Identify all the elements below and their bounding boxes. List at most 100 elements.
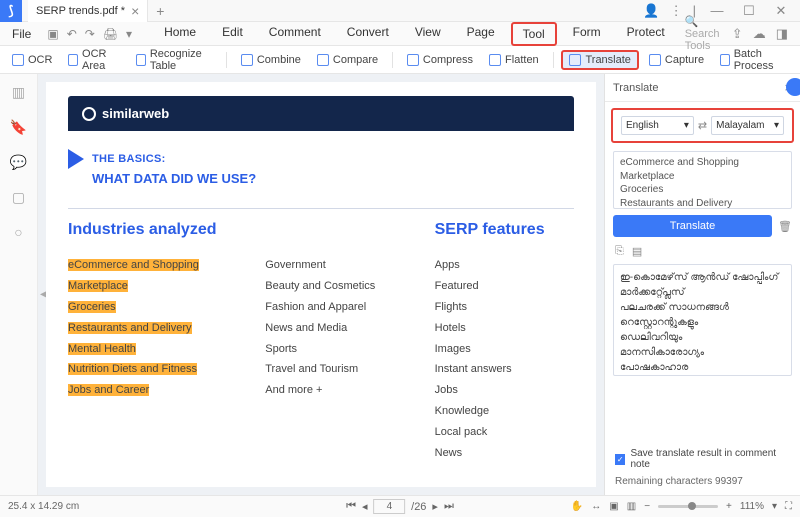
source-language-select[interactable]: English▾ — [621, 116, 694, 135]
menu-bar: File ▣ ↶ ↷ 🖨 ▾ Home Edit Comment Convert… — [0, 22, 800, 46]
tab-page[interactable]: Page — [457, 22, 505, 46]
separator — [392, 52, 393, 68]
user-icon[interactable]: 👤 — [643, 3, 659, 19]
zoom-out-icon[interactable]: − — [644, 501, 650, 512]
title-bar: ⟆ SERP trends.pdf * × + 👤 ⋮ | — ☐ ✕ — [0, 0, 800, 22]
remaining-chars: Remaining characters 99397 — [605, 476, 800, 495]
chevron-down-icon: ▾ — [684, 120, 689, 131]
source-text-box[interactable]: eCommerce and Shopping Marketplace Groce… — [613, 151, 792, 209]
last-page-icon[interactable]: ⏭ — [444, 500, 454, 513]
first-page-icon[interactable]: ⏮ — [346, 500, 356, 513]
translate-button[interactable]: Translate — [561, 50, 638, 70]
maximize-button[interactable]: ☐ — [738, 3, 760, 19]
zoom-chevron-icon[interactable]: ▾ — [772, 501, 777, 512]
save-icon[interactable]: ▣ — [47, 27, 58, 41]
tab-convert[interactable]: Convert — [337, 22, 399, 46]
app-logo: ⟆ — [0, 0, 22, 22]
output-text-box[interactable]: ഇ-കൊമേഴ്‌സ് ആൻഡ് ഷോപ്പിംഗ് മാർക്കറ്റ്പ്ല… — [613, 264, 792, 376]
fullscreen-icon[interactable]: ⛶ — [785, 501, 792, 512]
save-note-row[interactable]: ✓ Save translate result in comment note — [605, 442, 800, 476]
kebab-icon[interactable]: ⋮ — [670, 3, 683, 19]
panel-icon[interactable]: ◨ — [776, 26, 788, 42]
prev-page-icon[interactable]: ◂ — [362, 500, 368, 513]
file-menu[interactable]: File — [4, 25, 39, 43]
arrow-icon — [68, 149, 84, 169]
industries-list: eCommerce and Shopping Marketplace Groce… — [68, 255, 235, 401]
document-tab[interactable]: SERP trends.pdf * × — [28, 0, 148, 22]
main-area: ▥ 🔖 💬 ▢ ○ ◂ similarweb THE BASICS: WHAT … — [0, 74, 800, 495]
cloud-icon[interactable]: ☁ — [753, 26, 766, 42]
comment-add-icon[interactable]: ▤ — [632, 245, 642, 258]
layout-icon[interactable]: ▥ — [627, 501, 636, 512]
combine-button[interactable]: Combine — [235, 51, 307, 69]
tab-protect[interactable]: Protect — [617, 22, 675, 46]
basics-question: WHAT DATA DID WE USE? — [92, 171, 574, 186]
delete-icon[interactable]: 🗑 — [778, 220, 792, 233]
recognize-table-button[interactable]: Recognize Table — [130, 45, 218, 75]
next-page-icon[interactable]: ▸ — [432, 500, 438, 513]
redo-icon[interactable]: ↷ — [85, 27, 95, 41]
industries-item: Groceries — [68, 301, 116, 313]
industries-item: Restaurants and Delivery — [68, 322, 192, 334]
industries-item: Marketplace — [68, 280, 128, 292]
swap-languages-icon[interactable]: ⇄ — [698, 119, 707, 132]
ocr-button[interactable]: OCR — [6, 51, 58, 69]
ocr-icon — [12, 54, 24, 66]
tab-comment[interactable]: Comment — [259, 22, 331, 46]
add-tab-button[interactable]: + — [148, 3, 172, 19]
copy-icon[interactable]: ⎘ — [615, 245, 624, 258]
fit-width-icon[interactable]: ↔ — [591, 501, 601, 512]
doc-header: similarweb — [68, 96, 574, 131]
print-icon[interactable]: 🖨 — [103, 27, 118, 41]
bookmark-icon[interactable]: 🔖 — [10, 119, 27, 136]
industries-heading: Industries analyzed — [68, 221, 235, 239]
divider — [68, 208, 574, 209]
checkbox-checked-icon[interactable]: ✓ — [615, 454, 625, 465]
combine-icon — [241, 54, 253, 66]
industries-item: Mental Health — [68, 343, 136, 355]
hand-tool-icon[interactable]: ✋ — [571, 501, 583, 512]
basics-label: THE BASICS: — [92, 153, 166, 165]
zoom-thumb[interactable] — [688, 502, 696, 510]
zoom-slider[interactable] — [658, 505, 718, 508]
fit-page-icon[interactable]: ▣ — [609, 501, 618, 512]
tab-view[interactable]: View — [405, 22, 451, 46]
chevron-down-icon: ▾ — [774, 120, 779, 131]
flatten-button[interactable]: Flatten — [483, 51, 545, 69]
attachment-icon[interactable]: ▢ — [12, 189, 25, 206]
separator — [226, 52, 227, 68]
close-window-button[interactable]: ✕ — [770, 3, 792, 19]
serp-heading: SERP features — [435, 221, 574, 239]
similarweb-logo-icon — [82, 107, 96, 121]
comment-icon[interactable]: 💬 — [10, 154, 27, 171]
separator — [553, 52, 554, 68]
search-icon[interactable]: ○ — [14, 224, 22, 240]
translate-action-button[interactable]: Translate — [613, 215, 772, 237]
document-viewer[interactable]: ◂ similarweb THE BASICS: WHAT DATA DID W… — [38, 74, 604, 495]
translate-float-icon[interactable] — [786, 78, 800, 96]
translate-panel: Translate × English▾ ⇄ Malayalam▾ eComme… — [604, 74, 800, 495]
qat-chevron-icon[interactable]: ▾ — [126, 27, 132, 41]
ocr-area-icon — [68, 54, 78, 66]
zoom-in-icon[interactable]: + — [726, 501, 732, 512]
capture-button[interactable]: Capture — [643, 51, 710, 69]
page-total: /26 — [411, 501, 426, 513]
tab-tool[interactable]: Tool — [511, 22, 557, 46]
page-number-input[interactable]: 4 — [374, 499, 406, 514]
flatten-icon — [489, 54, 501, 66]
toolbar: OCR OCR Area Recognize Table Combine Com… — [0, 46, 800, 74]
batch-button[interactable]: Batch Process — [714, 45, 794, 75]
undo-icon[interactable]: ↶ — [67, 27, 77, 41]
thumbnails-icon[interactable]: ▥ — [12, 84, 25, 101]
compare-button[interactable]: Compare — [311, 51, 384, 69]
share-icon[interactable]: ⇪ — [732, 26, 743, 42]
tab-home[interactable]: Home — [154, 22, 206, 46]
tab-form[interactable]: Form — [563, 22, 611, 46]
zoom-level[interactable]: 111% — [740, 501, 764, 512]
close-tab-icon[interactable]: × — [131, 3, 139, 19]
pdf-page: similarweb THE BASICS: WHAT DATA DID WE … — [46, 82, 596, 487]
compress-button[interactable]: Compress — [401, 51, 479, 69]
ocr-area-button[interactable]: OCR Area — [62, 45, 126, 75]
tab-edit[interactable]: Edit — [212, 22, 253, 46]
target-language-select[interactable]: Malayalam▾ — [711, 116, 784, 135]
